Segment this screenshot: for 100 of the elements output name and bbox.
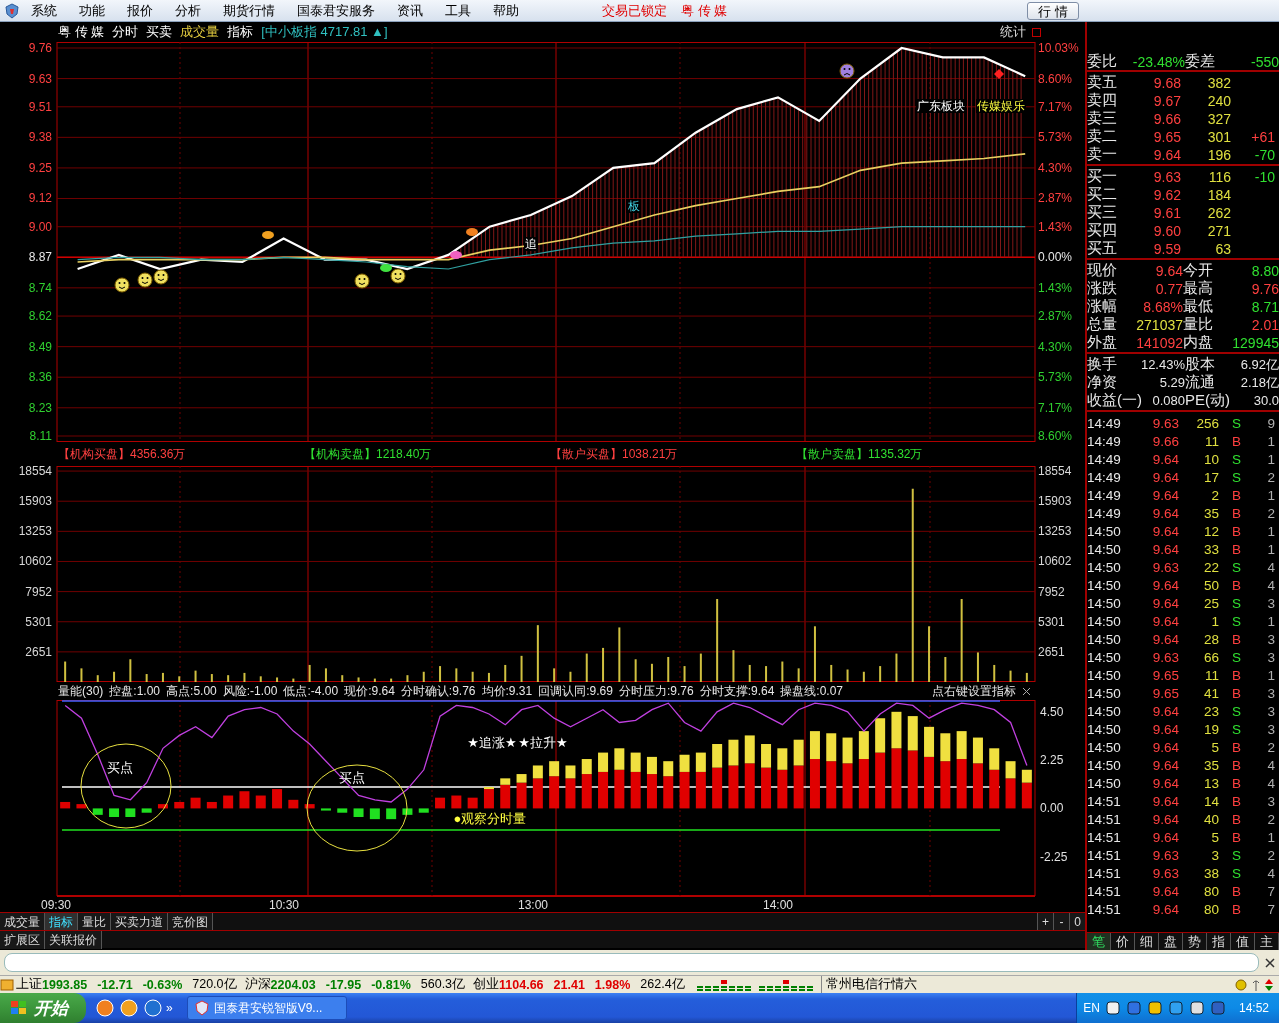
axis-label: 8.11: [29, 429, 52, 442]
axis-label: 0.00: [1040, 801, 1064, 816]
trade-time: 14:49: [1087, 451, 1122, 467]
indicator-param: 分时确认:9.76: [400, 682, 476, 700]
trade-time: 14:51: [1087, 811, 1122, 827]
field-label: 涨幅: [1087, 297, 1118, 316]
axis-label: 10.03%: [1038, 42, 1079, 55]
trade-count: 1: [1266, 433, 1275, 449]
order-volume: 196: [1206, 146, 1231, 163]
field-label: 内盘: [1183, 333, 1214, 352]
axis-label: 2651: [1038, 644, 1065, 659]
trade-time: 14:50: [1087, 703, 1122, 719]
indicator-param: 分时压力:9.76: [618, 682, 694, 700]
axis-label: 9.25: [28, 160, 52, 175]
trade-volume: 3: [1210, 847, 1219, 863]
trade-price: 9.64: [1151, 469, 1179, 485]
trade-count: 2: [1266, 811, 1275, 827]
trade-volume: 28: [1202, 631, 1219, 647]
field-label: 涨跌: [1087, 279, 1118, 298]
axis-label: 8.23: [28, 400, 52, 415]
order-level-label: 卖三: [1087, 109, 1118, 128]
trade-side: S: [1231, 451, 1241, 467]
trade-volume: 5: [1210, 829, 1219, 845]
order-price: 9.65: [1152, 128, 1181, 145]
order-volume: 240: [1206, 92, 1231, 109]
field-label: 总量: [1087, 315, 1118, 334]
axis-label: 10602: [1038, 554, 1072, 569]
trade-price: 9.64: [1151, 523, 1179, 539]
lock-status: 交易已锁定: [602, 1, 667, 20]
trade-price: 9.64: [1151, 721, 1179, 737]
indicator-hint: 点右键设置指标: [932, 682, 1016, 700]
trade-side: B: [1231, 757, 1241, 773]
field-value: 2.18亿: [1239, 373, 1279, 392]
axis-label: 9.63: [28, 71, 52, 86]
time-label: 10:30: [269, 898, 299, 912]
trade-volume: 50: [1202, 577, 1219, 593]
trade-time: 14:50: [1087, 721, 1122, 737]
trade-side: B: [1231, 523, 1241, 539]
field-label: 外盘: [1087, 333, 1118, 352]
trade-time: 14:50: [1087, 667, 1122, 683]
field-value: 9.64: [1154, 262, 1183, 279]
axis-label: 1.43%: [1038, 219, 1073, 234]
trade-volume: 25: [1202, 595, 1219, 611]
axis-label: 18554: [18, 466, 52, 479]
field-value: 6.92亿: [1239, 355, 1279, 374]
trade-price: 9.64: [1151, 793, 1179, 809]
trade-volume: 22: [1202, 559, 1219, 575]
order-volume: 271: [1206, 222, 1231, 239]
trade-time: 14:50: [1087, 631, 1122, 647]
order-price: 9.62: [1152, 186, 1181, 203]
field-value: 9.76: [1250, 280, 1279, 297]
trade-time: 14:50: [1087, 739, 1122, 755]
field-value: 129945: [1231, 334, 1279, 351]
order-price: 9.60: [1152, 222, 1181, 239]
trade-count: 3: [1266, 595, 1275, 611]
trade-time: 14:51: [1087, 829, 1122, 845]
field-label: 流通: [1185, 373, 1216, 392]
axis-label: 8.62: [28, 309, 52, 324]
field-value: 5.29: [1158, 375, 1185, 390]
trade-side: B: [1231, 631, 1241, 647]
order-price: 9.59: [1152, 240, 1181, 257]
axis-label: 8.36: [28, 370, 52, 385]
trade-count: 2: [1266, 469, 1275, 485]
field-value: 0.080: [1151, 393, 1185, 408]
axis-label: 9.38: [28, 130, 52, 145]
axis-label: 8.49: [28, 339, 52, 354]
trade-side: B: [1231, 505, 1241, 521]
trade-price: 9.64: [1151, 739, 1179, 755]
trade-side: S: [1231, 469, 1241, 485]
field-label: 收益(一): [1087, 391, 1139, 410]
trade-volume: 17: [1202, 469, 1219, 485]
trade-count: 2: [1266, 847, 1275, 863]
trade-time: 14:49: [1087, 469, 1122, 485]
trade-time: 14:51: [1087, 865, 1122, 881]
trade-time: 14:50: [1087, 613, 1122, 629]
trade-price: 9.63: [1151, 847, 1179, 863]
field-value: 0.77: [1154, 280, 1183, 297]
field-value: 8.71: [1250, 298, 1279, 315]
chart-annotation: 追: [525, 237, 537, 251]
trade-side: S: [1231, 415, 1241, 431]
indicator-param: 现价:9.64: [344, 682, 395, 700]
field-value: 30.0: [1252, 393, 1279, 408]
trade-volume: 80: [1202, 883, 1219, 899]
trade-side: B: [1231, 433, 1241, 449]
order-level-label: 买三: [1087, 203, 1118, 222]
trade-side: S: [1231, 865, 1241, 881]
trade-side: S: [1231, 847, 1241, 863]
field-value: 8.80: [1250, 262, 1279, 279]
indicator-param: 高点:5.00: [166, 682, 217, 700]
index-change: -12.71: [97, 977, 133, 992]
trade-price: 9.64: [1151, 451, 1179, 467]
trade-count: 3: [1266, 649, 1275, 665]
trade-price: 9.64: [1151, 613, 1179, 629]
index-percent: -0.81%: [371, 977, 411, 992]
order-change: -70: [1253, 146, 1275, 163]
field-value: 141092: [1135, 334, 1183, 351]
trade-time: 14:50: [1087, 523, 1122, 539]
indicator-param: 量能(30): [58, 682, 104, 700]
axis-label: 2.87%: [1038, 191, 1073, 206]
trade-side: B: [1231, 811, 1241, 827]
